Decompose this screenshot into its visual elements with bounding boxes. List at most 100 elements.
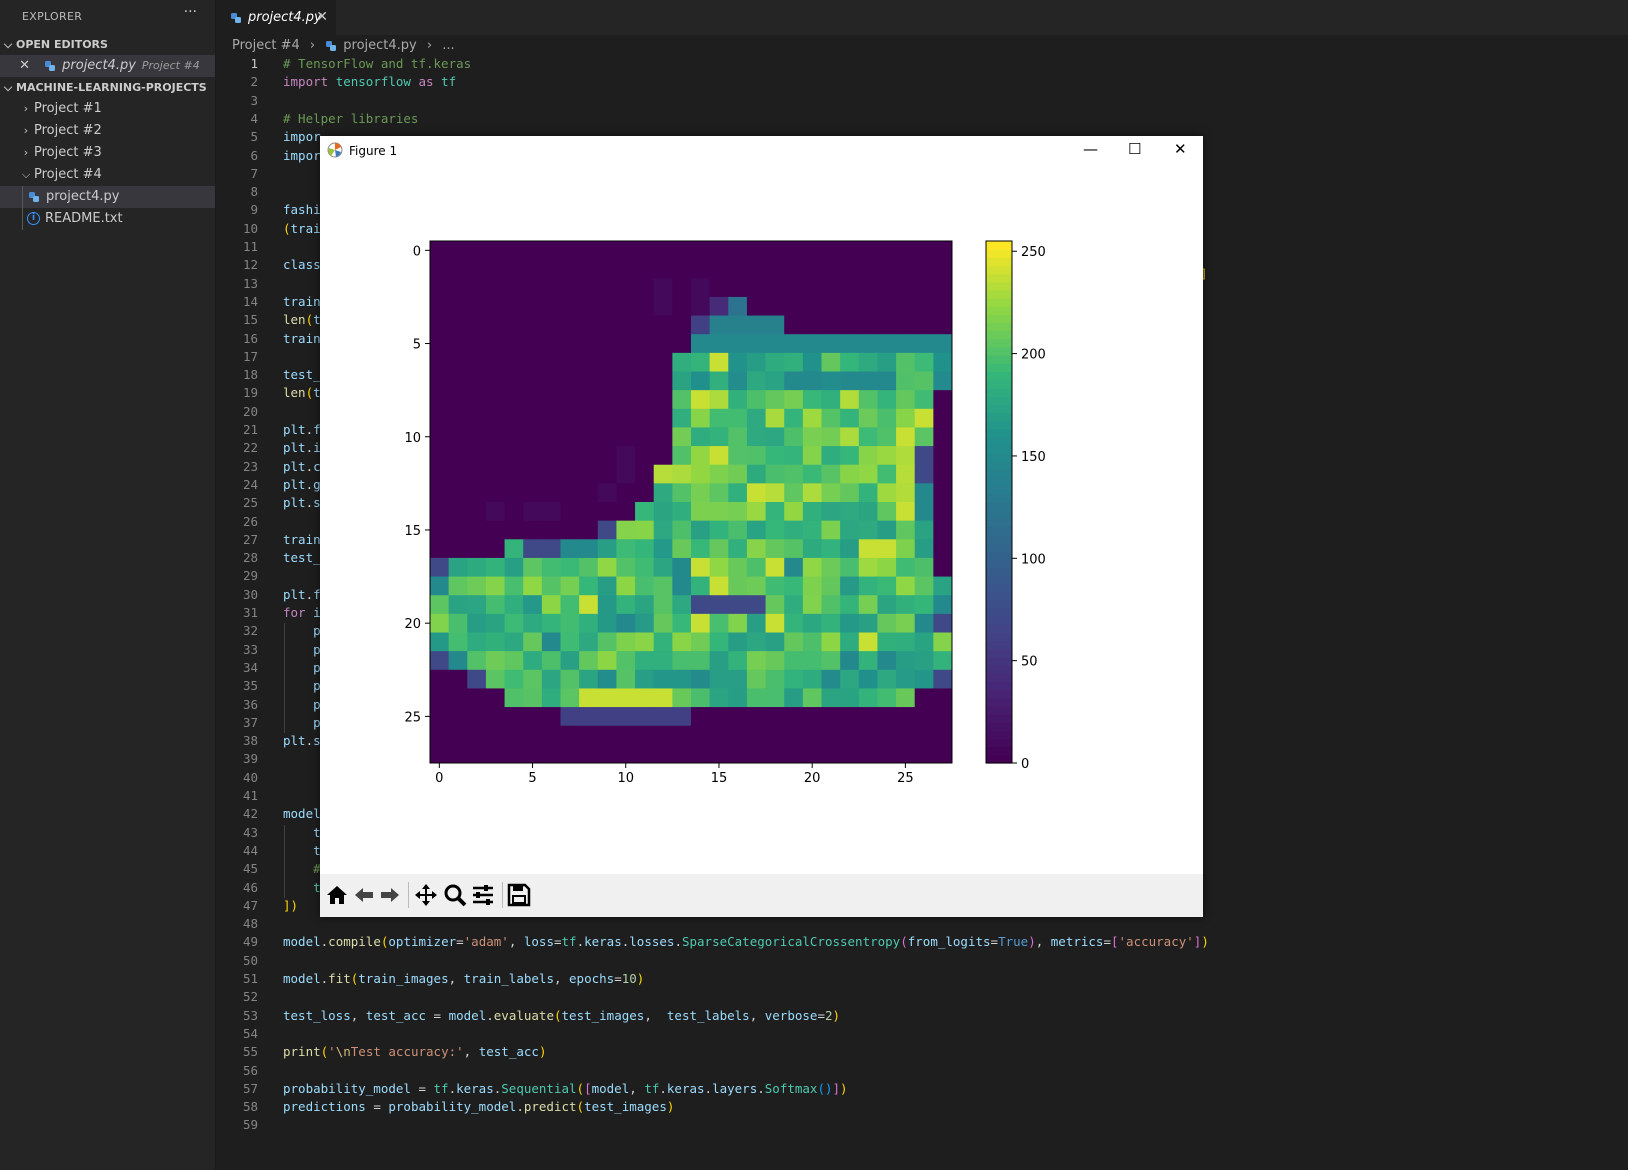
heatmap-cell xyxy=(914,483,934,503)
open-editor-item[interactable]: ✕ project4.py Project #4 xyxy=(0,55,215,77)
heatmap-cell xyxy=(653,557,673,578)
heatmap-cell xyxy=(746,707,767,727)
pan-icon[interactable] xyxy=(413,882,439,908)
file-item-readme[interactable]: i README.txt xyxy=(0,208,215,230)
workspace-section[interactable]: ⌵ MACHINE-LEARNING-PROJECTS xyxy=(0,77,215,99)
heatmap-cell xyxy=(430,296,450,317)
heatmap-cell xyxy=(653,669,673,689)
heatmap-cell xyxy=(448,688,468,708)
heatmap-cell xyxy=(504,315,524,335)
heatmap-cell xyxy=(672,408,692,428)
heatmap-cell xyxy=(467,278,487,298)
heatmap-cell xyxy=(485,502,506,522)
heatmap-cell xyxy=(523,483,543,503)
heatmap-cell xyxy=(616,520,636,540)
heatmap-cell xyxy=(635,241,655,261)
heatmap-cell xyxy=(914,576,934,596)
heatmap-cell xyxy=(597,520,617,540)
breadcrumb-file[interactable]: project4.py xyxy=(343,38,416,53)
heatmap-cell xyxy=(896,632,916,652)
breadcrumb-folder[interactable]: Project #4 xyxy=(232,38,300,53)
heatmap-cell xyxy=(933,390,953,410)
file-item-project4[interactable]: project4.py xyxy=(0,186,215,208)
code-line: p xyxy=(313,623,321,639)
heatmap-cell xyxy=(430,557,450,578)
more-actions-icon[interactable]: ··· xyxy=(184,4,197,20)
heatmap-cell xyxy=(448,520,468,540)
folder-item[interactable]: › Project #1 xyxy=(0,98,215,120)
heatmap-cell xyxy=(672,707,692,727)
heatmap-cell xyxy=(653,296,673,317)
code-line: # TensorFlow and tf.keras xyxy=(283,56,472,71)
heatmap-cell xyxy=(821,520,841,540)
colorbar-segment xyxy=(986,697,1012,707)
heatmap-cell xyxy=(765,241,785,261)
heatmap-cell xyxy=(933,502,953,522)
close-window-button[interactable]: ✕ xyxy=(1174,140,1187,158)
heatmap-cell xyxy=(597,688,617,708)
heatmap-cell xyxy=(560,296,580,317)
code-line: test_ xyxy=(283,367,321,383)
heatmap-cell xyxy=(784,315,804,335)
figure-titlebar[interactable]: Figure 1 — ☐ ✕ xyxy=(320,136,1203,166)
heatmap-cell xyxy=(691,259,711,279)
heatmap-cell xyxy=(635,502,655,522)
close-icon[interactable]: ✕ xyxy=(316,0,328,35)
save-icon[interactable] xyxy=(506,882,532,908)
heatmap-cell xyxy=(616,744,636,764)
heatmap-cell xyxy=(746,352,767,372)
heatmap-cell xyxy=(485,315,506,335)
heatmap-cell xyxy=(933,371,953,391)
heatmap-cell xyxy=(579,464,599,484)
minimize-button[interactable]: — xyxy=(1083,140,1098,158)
heatmap-cell xyxy=(672,632,692,652)
heatmap-cell xyxy=(784,651,804,671)
heatmap-cell xyxy=(746,502,767,522)
open-editors-section[interactable]: ⌵ OPEN EDITORS xyxy=(0,34,215,56)
heatmap-cell xyxy=(653,576,673,596)
code-line: ]) xyxy=(283,897,299,913)
line-number: 13 xyxy=(242,275,258,291)
heatmap-cell xyxy=(672,296,692,317)
file-label: project4.py xyxy=(46,189,120,204)
matplotlib-figure-window[interactable]: Figure 1 — ☐ ✕ 0 5 10 15 20 25 0 5 10 15 20 25 0 50 10… xyxy=(320,136,1203,917)
tab-project4[interactable]: project4.py ✕ xyxy=(216,0,336,35)
heatmap-cell xyxy=(896,259,916,279)
folder-item[interactable]: › Project #2 xyxy=(0,120,215,142)
forward-icon[interactable] xyxy=(377,882,403,908)
back-icon[interactable] xyxy=(351,882,377,908)
folder-item[interactable]: ⌵ Project #4 xyxy=(0,164,215,186)
maximize-button[interactable]: ☐ xyxy=(1128,140,1141,158)
heatmap-cell xyxy=(597,446,617,466)
colorbar-segment xyxy=(986,624,1012,634)
heatmap-cell xyxy=(467,557,487,578)
line-number: 38 xyxy=(242,733,258,749)
heatmap-cell xyxy=(784,408,804,428)
breadcrumb-more[interactable]: ... xyxy=(442,38,454,53)
zoom-icon[interactable] xyxy=(442,882,468,908)
heatmap-cell xyxy=(541,371,561,391)
heatmap-cell xyxy=(840,669,860,689)
heatmap-cell xyxy=(504,408,524,428)
colorbar-tick-label: 150 xyxy=(1021,450,1046,465)
heatmap-cell xyxy=(467,632,487,652)
colorbar-segment xyxy=(986,461,1012,470)
heatmap-cell xyxy=(821,669,841,689)
heatmap-cell xyxy=(467,669,487,689)
folder-item[interactable]: › Project #3 xyxy=(0,142,215,164)
heatmap-cell xyxy=(914,315,934,335)
code-line: p xyxy=(313,641,321,657)
heatmap-cell xyxy=(448,557,468,578)
heatmap-chart[interactable]: 0 5 10 15 20 250510152025050100150200250 xyxy=(320,166,1203,874)
line-number: 50 xyxy=(242,952,258,968)
colorbar-segment xyxy=(986,298,1012,307)
line-number: 52 xyxy=(242,989,258,1005)
configure-icon[interactable] xyxy=(470,882,496,908)
heatmap-cell xyxy=(504,502,524,522)
heatmap-cell xyxy=(821,408,841,428)
home-icon[interactable] xyxy=(324,882,350,908)
close-icon[interactable]: ✕ xyxy=(0,55,30,77)
heatmap-cell xyxy=(467,744,487,764)
heatmap-cell xyxy=(672,744,692,764)
line-number: 37 xyxy=(242,714,258,730)
